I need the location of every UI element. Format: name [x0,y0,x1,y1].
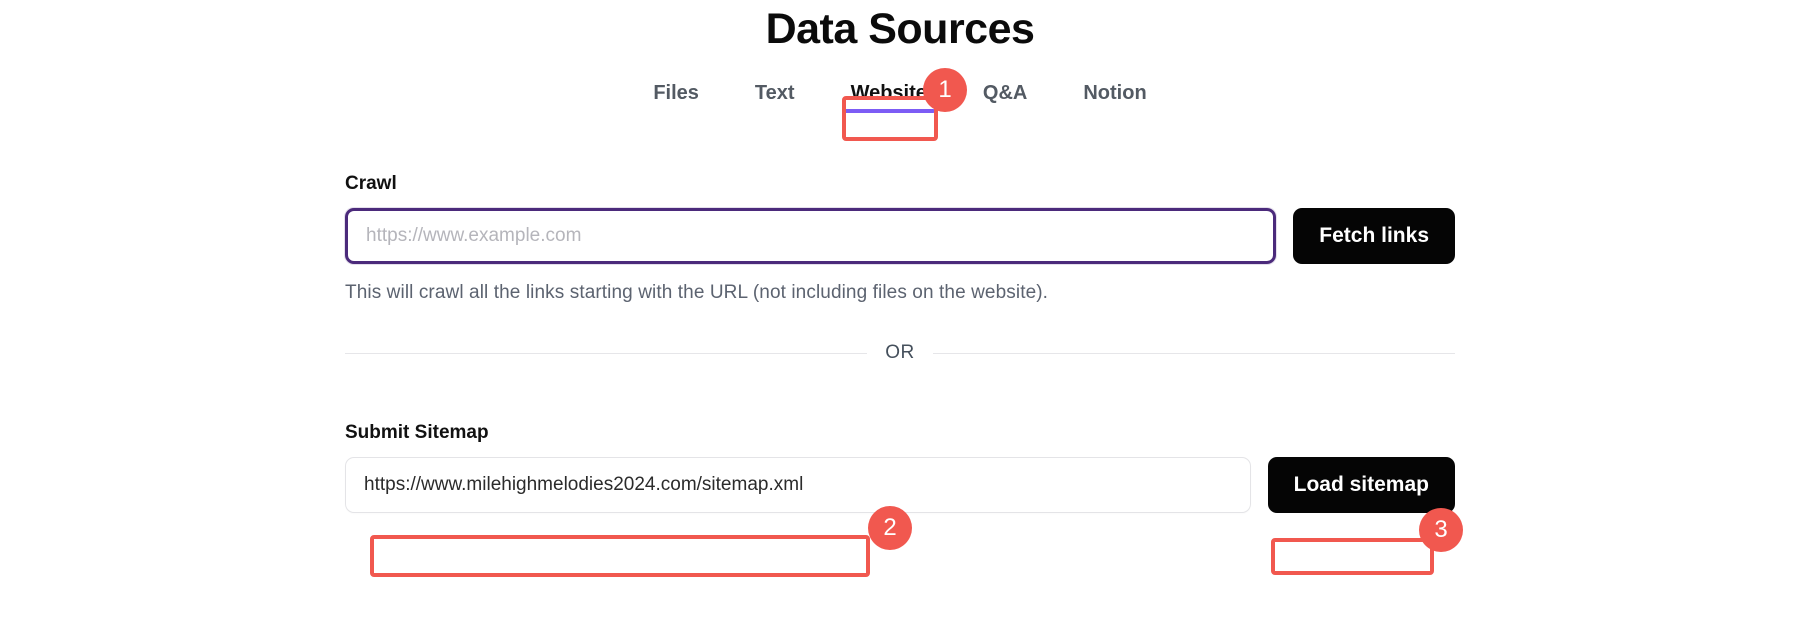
website-source-panel: Crawl Fetch links This will crawl all th… [345,173,1455,513]
divider-line-left [345,353,867,354]
or-divider: OR [345,342,1455,364]
tab-qa-label: Q&A [983,82,1027,104]
tab-text-label: Text [755,82,795,104]
crawl-row: Fetch links [345,208,1455,264]
divider-line-right [933,353,1455,354]
crawl-label: Crawl [345,173,1455,195]
annotation-badge-1: 1 [923,68,967,112]
annotation-badge-3: 3 [1419,508,1463,552]
annotation-box-3 [1271,538,1434,575]
data-sources-page: Data Sources Files Text Website Q&A Noti… [0,0,1800,643]
page-title: Data Sources [0,0,1800,54]
fetch-links-button[interactable]: Fetch links [1293,208,1455,264]
tab-notion[interactable]: Notion [1055,76,1174,115]
tab-files[interactable]: Files [625,76,727,115]
active-tab-underline [843,109,935,113]
submit-sitemap-label: Submit Sitemap [345,422,1455,444]
annotation-box-2 [370,535,870,577]
source-type-tabs: Files Text Website Q&A Notion [0,76,1800,115]
load-sitemap-button[interactable]: Load sitemap [1268,457,1455,513]
tab-qa[interactable]: Q&A [955,76,1055,115]
annotation-badge-2: 2 [868,506,912,550]
tab-website-label: Website [851,82,927,104]
tab-text[interactable]: Text [727,76,823,115]
crawl-url-input[interactable] [345,208,1276,264]
tab-notion-label: Notion [1083,82,1146,104]
crawl-helper-text: This will crawl all the links starting w… [345,282,1455,304]
sitemap-url-input[interactable] [345,457,1251,513]
tab-files-label: Files [653,82,699,104]
divider-label: OR [885,342,915,364]
sitemap-row: Load sitemap [345,457,1455,513]
